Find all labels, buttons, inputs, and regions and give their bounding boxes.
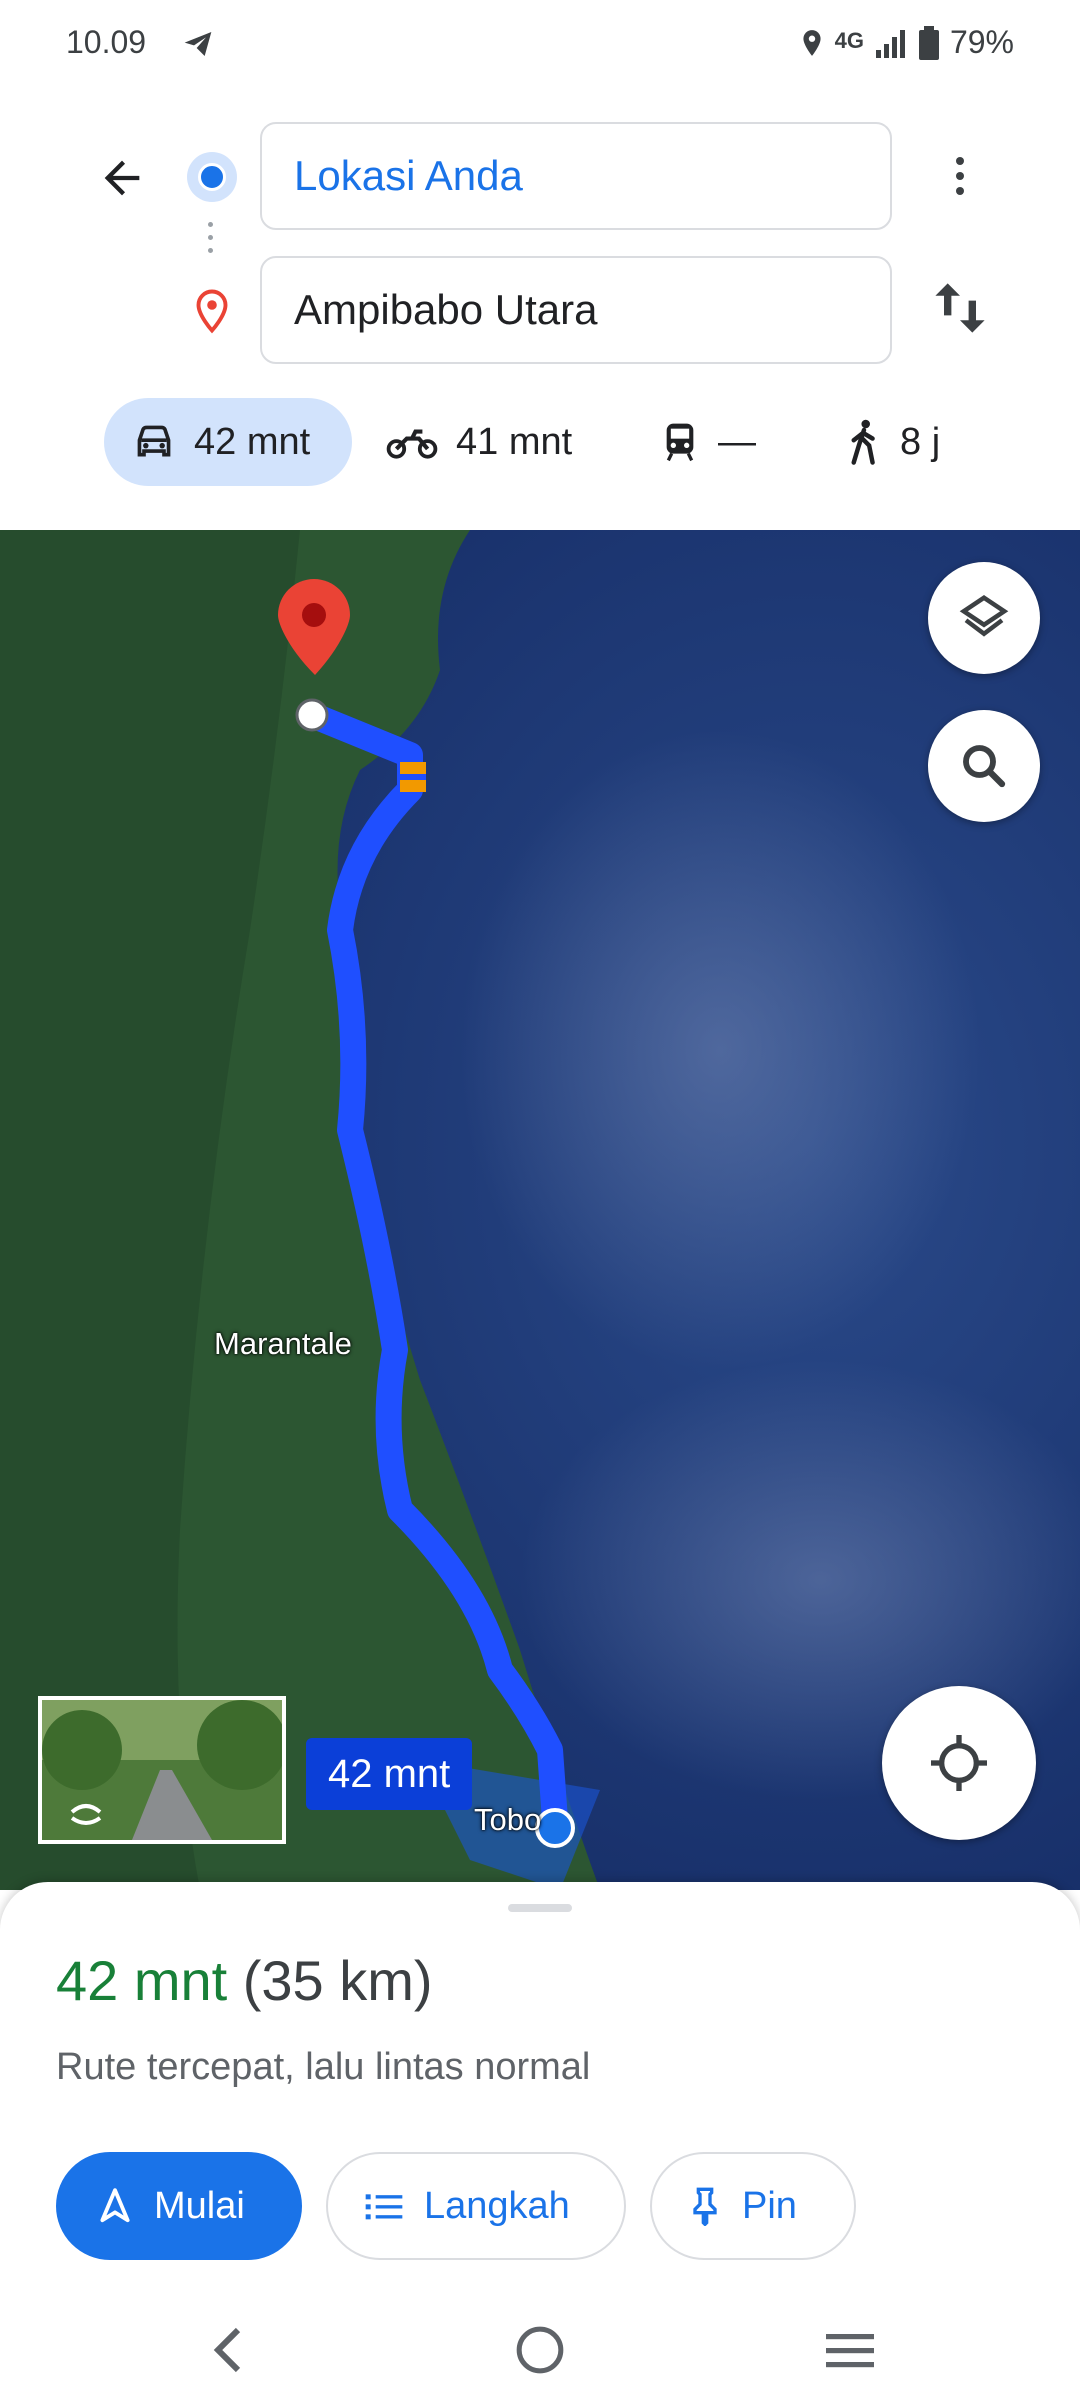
network-type: 4G	[834, 27, 864, 53]
more-options-button[interactable]	[930, 146, 990, 206]
system-nav-bar	[0, 2296, 1080, 2400]
arrow-back-icon	[104, 160, 140, 196]
battery-icon	[918, 25, 939, 60]
nav-recents-button[interactable]	[820, 2320, 880, 2380]
steps-button-label: Langkah	[424, 2184, 570, 2227]
navigation-arrow-icon	[100, 2188, 130, 2223]
map-label-tobo: Tobo	[474, 1802, 542, 1837]
nav-back-button[interactable]	[200, 2320, 260, 2380]
street-view-image	[42, 1700, 282, 1840]
car-icon	[137, 425, 171, 457]
mode-transit-tab[interactable]: —	[660, 398, 756, 486]
mode-motorcycle-tab[interactable]: 41 mnt	[386, 398, 572, 486]
my-location-icon	[931, 1735, 987, 1791]
my-location-button[interactable]	[882, 1686, 1036, 1840]
origin-field[interactable]: Lokasi Anda	[260, 122, 892, 230]
back-button[interactable]	[90, 146, 154, 210]
search-icon	[963, 745, 1006, 788]
start-button-label: Mulai	[154, 2184, 245, 2227]
status-bar: 10.09 4G 79%	[0, 0, 1080, 90]
mode-motorcycle-label: 41 mnt	[456, 420, 573, 463]
satellite-map	[0, 530, 1080, 1890]
mode-transit-label: —	[718, 420, 756, 463]
sheet-drag-handle[interactable]	[508, 1904, 572, 1912]
route-dots	[208, 222, 214, 266]
recents-icon	[826, 2334, 874, 2368]
telegram-icon	[184, 32, 212, 56]
mode-car-label: 42 mnt	[194, 420, 311, 463]
destination-pin-icon	[196, 289, 228, 334]
layers-button[interactable]	[928, 562, 1040, 674]
layers-icon	[959, 595, 1009, 637]
list-icon	[365, 2194, 403, 2220]
motorcycle-icon	[386, 429, 438, 459]
status-time: 10.09	[66, 24, 147, 60]
swap-icon[interactable]	[930, 276, 990, 340]
street-view-thumbnail[interactable]	[38, 1696, 286, 1844]
mode-walk-tab[interactable]: 8 j	[846, 398, 940, 486]
map-view[interactable]: Marantale Tobo 42 mnt	[0, 530, 1080, 1890]
pushpin-icon	[693, 2187, 717, 2226]
pin-button-label: Pin	[742, 2184, 797, 2227]
signal-icon	[875, 29, 905, 58]
route-summary: 42 mnt (35 km)	[56, 1948, 433, 2013]
route-distance: (35 km)	[242, 1949, 433, 2012]
chevron-left-icon	[213, 2327, 241, 2373]
destination-field[interactable]: Ampibabo Utara	[260, 256, 892, 364]
walk-icon	[851, 419, 875, 465]
pin-button[interactable]: Pin	[650, 2152, 856, 2260]
map-search-button[interactable]	[928, 710, 1040, 822]
home-circle-icon	[516, 2326, 564, 2374]
route-description: Rute tercepat, lalu lintas normal	[56, 2046, 591, 2088]
route-eta-label: 42 mnt	[306, 1738, 473, 1810]
status-icons: 4G 79%	[799, 24, 1014, 61]
transit-icon	[666, 423, 694, 462]
map-label-marantale: Marantale	[214, 1326, 352, 1361]
mode-car-tab[interactable]: 42 mnt	[104, 398, 352, 486]
route-time: 42 mnt	[56, 1949, 228, 2012]
battery-level: 79%	[949, 24, 1014, 60]
origin-dot-icon	[187, 152, 237, 202]
steps-button[interactable]: Langkah	[326, 2152, 626, 2260]
location-icon	[803, 29, 821, 56]
start-button[interactable]: Mulai	[56, 2152, 302, 2260]
mode-walk-label: 8 j	[900, 420, 941, 463]
nav-home-button[interactable]	[510, 2320, 570, 2380]
